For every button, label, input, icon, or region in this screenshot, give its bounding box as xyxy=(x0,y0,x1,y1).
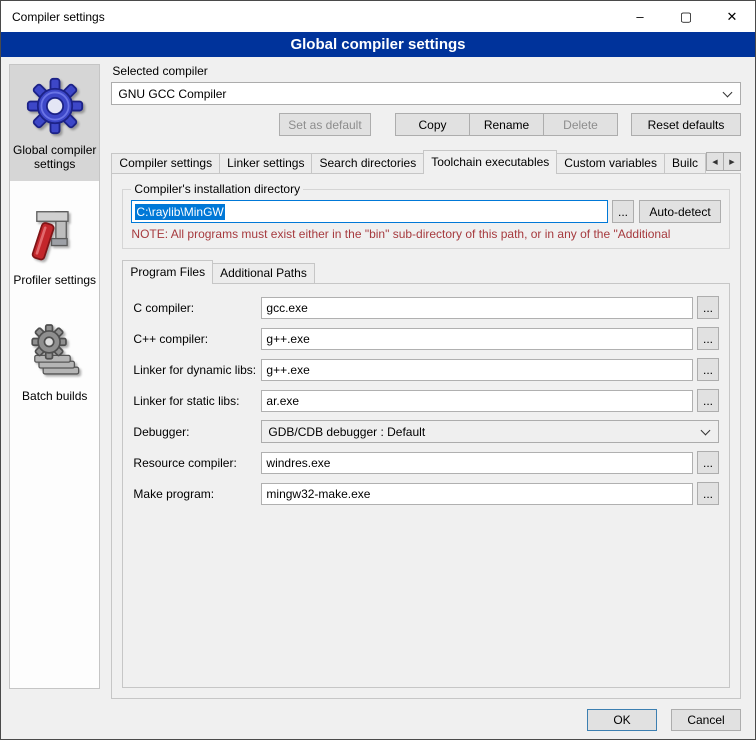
c-compiler-row: C compiler: gcc.exe ... xyxy=(133,296,719,319)
dynamic-linker-input[interactable]: g++.exe xyxy=(261,359,693,381)
c-compiler-label: C compiler: xyxy=(133,301,261,315)
debugger-row: Debugger: GDB/CDB debugger : Default xyxy=(133,420,719,443)
tab-toolchain-executables[interactable]: Toolchain executables xyxy=(423,150,557,174)
c-compiler-input[interactable]: gcc.exe xyxy=(261,297,693,319)
debugger-select[interactable]: GDB/CDB debugger : Default xyxy=(261,420,719,443)
compiler-actions: Set as default Copy Rename Delete Reset … xyxy=(111,113,741,136)
cpp-compiler-value: g++.exe xyxy=(266,332,309,346)
batch-builds-gear-icon xyxy=(12,323,97,381)
main-panel: Selected compiler GNU GCC Compiler Set a… xyxy=(111,64,741,699)
cpp-compiler-input[interactable]: g++.exe xyxy=(261,328,693,350)
resource-compiler-row: Resource compiler: windres.exe ... xyxy=(133,451,719,474)
rename-button[interactable]: Rename xyxy=(469,113,544,136)
tab-scroll-left-icon[interactable]: ◀ xyxy=(706,152,724,171)
installation-directory-row: C:\raylib\MinGW ... Auto-detect xyxy=(131,200,721,223)
program-files-panel: C compiler: gcc.exe ... C++ compiler: g+… xyxy=(122,283,730,688)
tab-scroll-arrows: ◀ ▶ xyxy=(706,152,741,171)
copy-button[interactable]: Copy xyxy=(395,113,470,136)
cpp-compiler-label: C++ compiler: xyxy=(133,332,261,346)
make-program-input[interactable]: mingw32-make.exe xyxy=(261,483,693,505)
static-linker-row: Linker for static libs: ar.exe ... xyxy=(133,389,719,412)
auto-detect-button[interactable]: Auto-detect xyxy=(639,200,721,223)
resource-compiler-label: Resource compiler: xyxy=(133,456,261,470)
chevron-down-icon xyxy=(701,425,711,435)
make-program-browse-button[interactable]: ... xyxy=(697,482,719,505)
dynamic-linker-browse-button[interactable]: ... xyxy=(697,358,719,381)
make-program-row: Make program: mingw32-make.exe ... xyxy=(133,482,719,505)
static-linker-input[interactable]: ar.exe xyxy=(261,390,693,412)
sidebar-item-label: Batch builds xyxy=(12,389,97,403)
selected-compiler-label: Selected compiler xyxy=(112,64,741,78)
tab-compiler-settings[interactable]: Compiler settings xyxy=(111,153,220,173)
delete-button: Delete xyxy=(543,113,618,136)
close-button[interactable]: ✕ xyxy=(709,1,755,32)
window-controls: – ▢ ✕ xyxy=(617,1,755,32)
sidebar-item-global-compiler-settings[interactable]: Global compiler settings xyxy=(10,65,99,181)
static-linker-value: ar.exe xyxy=(266,394,299,408)
dialog-footer: OK Cancel xyxy=(1,699,755,739)
static-linker-label: Linker for static libs: xyxy=(133,394,261,408)
installation-directory-input[interactable]: C:\raylib\MinGW xyxy=(131,200,608,223)
dynamic-linker-value: g++.exe xyxy=(266,363,309,377)
resource-compiler-browse-button[interactable]: ... xyxy=(697,451,719,474)
installation-directory-label: Compiler's installation directory xyxy=(131,182,303,196)
installation-directory-group: Compiler's installation directory C:\ray… xyxy=(122,182,730,249)
ok-button[interactable]: OK xyxy=(587,709,657,731)
window-title: Compiler settings xyxy=(12,10,105,24)
page-title: Global compiler settings xyxy=(1,32,755,57)
tab-search-directories[interactable]: Search directories xyxy=(311,153,424,173)
chevron-down-icon xyxy=(723,87,733,97)
cpp-compiler-browse-button[interactable]: ... xyxy=(697,327,719,350)
global-compiler-gear-icon xyxy=(12,77,97,135)
tab-build-options-truncated[interactable]: Builc xyxy=(664,153,706,173)
tab-program-files[interactable]: Program Files xyxy=(122,260,213,284)
tab-scroll-right-icon[interactable]: ▶ xyxy=(723,152,741,171)
debugger-value: GDB/CDB debugger : Default xyxy=(268,425,425,439)
resource-compiler-input[interactable]: windres.exe xyxy=(261,452,693,474)
compiler-settings-window: Compiler settings – ▢ ✕ Global compiler … xyxy=(0,0,756,740)
resource-compiler-value: windres.exe xyxy=(266,456,330,470)
sidebar-item-label: Profiler settings xyxy=(12,273,97,287)
installation-directory-value: C:\raylib\MinGW xyxy=(135,204,224,220)
dynamic-linker-row: Linker for dynamic libs: g++.exe ... xyxy=(133,358,719,381)
profiler-tool-icon xyxy=(12,207,97,265)
make-program-label: Make program: xyxy=(133,487,261,501)
program-files-tabstrip: Program Files Additional Paths xyxy=(122,260,730,283)
sidebar-item-profiler-settings[interactable]: Profiler settings xyxy=(10,195,99,297)
set-as-default-button: Set as default xyxy=(279,113,371,136)
settings-tabstrip: Compiler settings Linker settings Search… xyxy=(111,150,741,173)
sidebar-item-batch-builds[interactable]: Batch builds xyxy=(10,311,99,413)
tab-linker-settings[interactable]: Linker settings xyxy=(219,153,312,173)
sidebar-item-label: Global compiler settings xyxy=(12,143,97,171)
settings-sidebar: Global compiler settings Profiler settin… xyxy=(9,64,100,689)
reset-defaults-button[interactable]: Reset defaults xyxy=(631,113,741,136)
compiler-select-value: GNU GCC Compiler xyxy=(118,87,226,101)
debugger-label: Debugger: xyxy=(133,425,261,439)
make-program-value: mingw32-make.exe xyxy=(266,487,370,501)
minimize-button[interactable]: – xyxy=(617,1,663,32)
c-compiler-value: gcc.exe xyxy=(266,301,307,315)
toolchain-executables-panel: Compiler's installation directory C:\ray… xyxy=(111,173,741,699)
compiler-select[interactable]: GNU GCC Compiler xyxy=(111,82,741,105)
dynamic-linker-label: Linker for dynamic libs: xyxy=(133,363,261,377)
titlebar: Compiler settings – ▢ ✕ xyxy=(1,1,755,32)
browse-directory-button[interactable]: ... xyxy=(612,200,634,223)
cancel-button[interactable]: Cancel xyxy=(671,709,741,731)
cpp-compiler-row: C++ compiler: g++.exe ... xyxy=(133,327,719,350)
dialog-body: Global compiler settings Profiler settin… xyxy=(1,57,755,699)
maximize-button[interactable]: ▢ xyxy=(663,1,709,32)
static-linker-browse-button[interactable]: ... xyxy=(697,389,719,412)
tab-additional-paths[interactable]: Additional Paths xyxy=(212,263,315,283)
c-compiler-browse-button[interactable]: ... xyxy=(697,296,719,319)
tab-custom-variables[interactable]: Custom variables xyxy=(556,153,665,173)
bin-subdirectory-note: NOTE: All programs must exist either in … xyxy=(131,227,721,241)
